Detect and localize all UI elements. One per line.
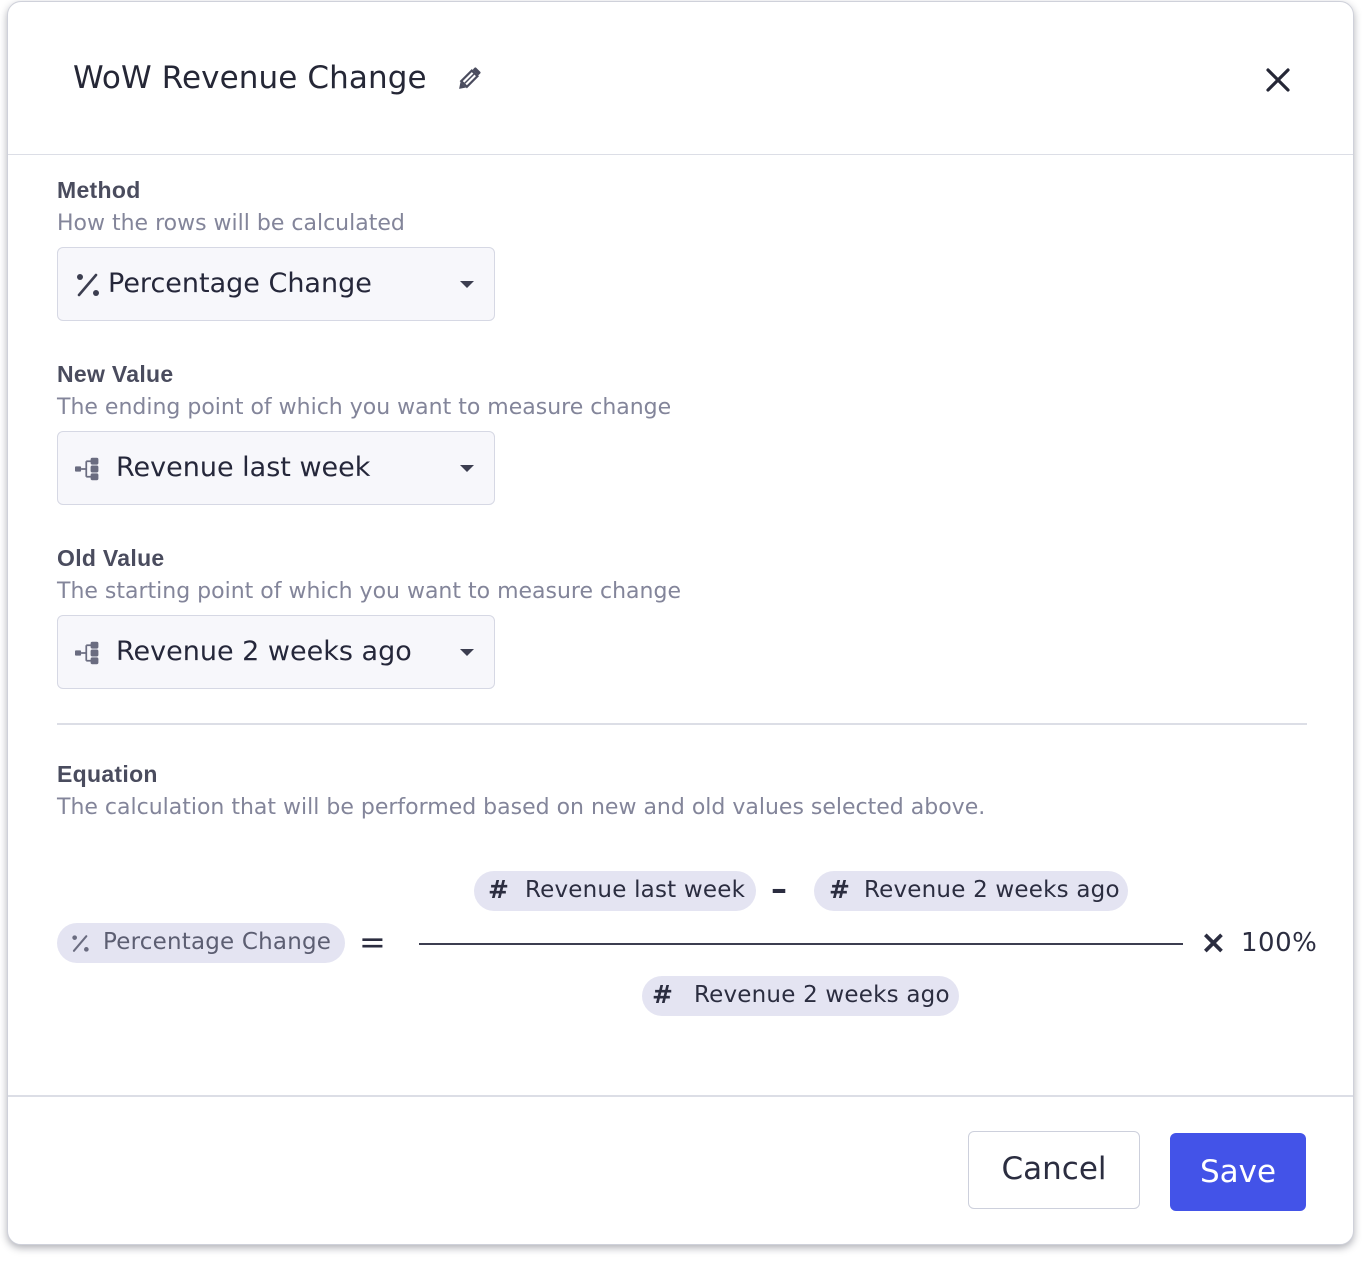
new-value-description: The ending point of which you want to me… <box>57 395 672 420</box>
equation-result-label: Percentage Change <box>103 929 332 955</box>
denominator-old-value-label: Revenue 2 weeks ago <box>694 982 950 1008</box>
equals-sign: = <box>359 923 386 961</box>
percent-icon <box>72 935 89 952</box>
dialog-header: WoW Revenue Change <box>8 2 1353 155</box>
old-value-select[interactable]: Revenue 2 weeks ago <box>57 615 495 689</box>
fraction-line <box>419 943 1183 945</box>
save-button[interactable]: Save <box>1170 1133 1306 1211</box>
metric-tree-icon <box>75 457 99 481</box>
method-select[interactable]: Percentage Change <box>57 247 495 321</box>
numerator-old-value-label: Revenue 2 weeks ago <box>864 877 1120 903</box>
footer-divider <box>8 1095 1353 1097</box>
numerator-new-value-chip: # Revenue last week <box>474 871 756 911</box>
equation-label: Equation <box>57 761 158 787</box>
metric-tree-icon <box>75 641 99 665</box>
minus-sign: – <box>771 870 787 908</box>
method-description: How the rows will be calculated <box>57 211 405 236</box>
multiply-sign: × <box>1200 923 1227 961</box>
old-value-description: The starting point of which you want to … <box>57 579 681 604</box>
number-icon: # <box>488 875 509 904</box>
chevron-down-icon <box>460 649 474 656</box>
dialog-title: WoW Revenue Change <box>73 60 427 96</box>
old-value-selected-value: Revenue 2 weeks ago <box>116 636 412 667</box>
chevron-down-icon <box>460 281 474 288</box>
new-value-selected-value: Revenue last week <box>116 452 371 483</box>
numerator-old-value-chip: # Revenue 2 weeks ago <box>814 871 1128 911</box>
new-value-label: New Value <box>57 361 174 387</box>
number-icon: # <box>829 875 850 904</box>
multiplier-value: 100% <box>1241 928 1318 958</box>
number-icon: # <box>652 980 673 1009</box>
method-label: Method <box>57 177 141 203</box>
pencil-icon[interactable] <box>454 64 484 94</box>
cancel-button[interactable]: Cancel <box>968 1131 1140 1209</box>
new-value-select[interactable]: Revenue last week <box>57 431 495 505</box>
section-divider <box>57 723 1307 725</box>
old-value-label: Old Value <box>57 545 165 571</box>
equation-description: The calculation that will be performed b… <box>57 795 986 820</box>
close-icon[interactable] <box>1264 66 1292 94</box>
calculation-dialog: WoW Revenue Change Method How the rows w… <box>7 1 1354 1245</box>
equation-result-chip: Percentage Change <box>57 923 345 963</box>
chevron-down-icon <box>460 465 474 472</box>
denominator-old-value-chip: # Revenue 2 weeks ago <box>642 976 959 1016</box>
numerator-new-value-label: Revenue last week <box>525 877 746 903</box>
method-selected-value: Percentage Change <box>108 268 372 299</box>
percent-icon <box>77 273 99 297</box>
